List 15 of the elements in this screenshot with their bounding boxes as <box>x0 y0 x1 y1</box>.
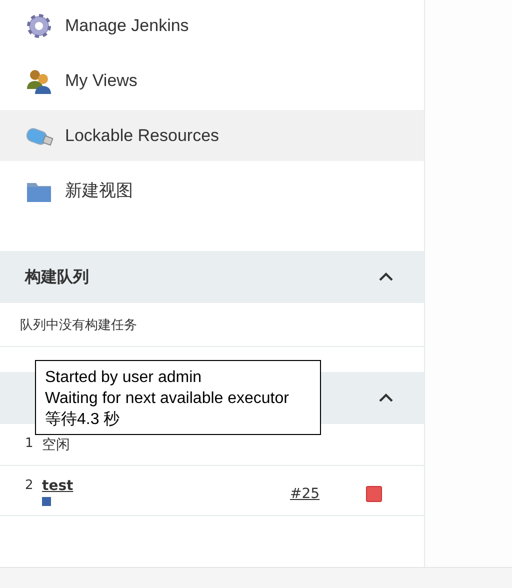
tooltip-text: 等待4.3 秒 <box>45 410 121 430</box>
job-link[interactable]: test <box>42 478 74 494</box>
sidebar-item[interactable]: Lockable Resources <box>0 110 424 161</box>
gear-icon <box>25 12 53 40</box>
executor-number: 2 <box>25 478 34 493</box>
executor-number: 1 <box>25 436 34 451</box>
sidebar-item[interactable]: 新建视图 <box>0 165 424 216</box>
tooltip-text: Started by user admin <box>45 368 203 388</box>
panel-title: 构建队列 <box>25 266 89 288</box>
empty-message: 队列中没有构建任务 <box>0 303 424 347</box>
build-link[interactable]: #25 <box>290 486 340 502</box>
sidebar-item[interactable]: Manage Jenkins <box>0 0 424 51</box>
tooltip-text: Waiting for next available executor <box>45 389 290 409</box>
executor-status: 空闲 <box>42 437 70 453</box>
sidebar-item[interactable]: My Views <box>0 55 424 106</box>
